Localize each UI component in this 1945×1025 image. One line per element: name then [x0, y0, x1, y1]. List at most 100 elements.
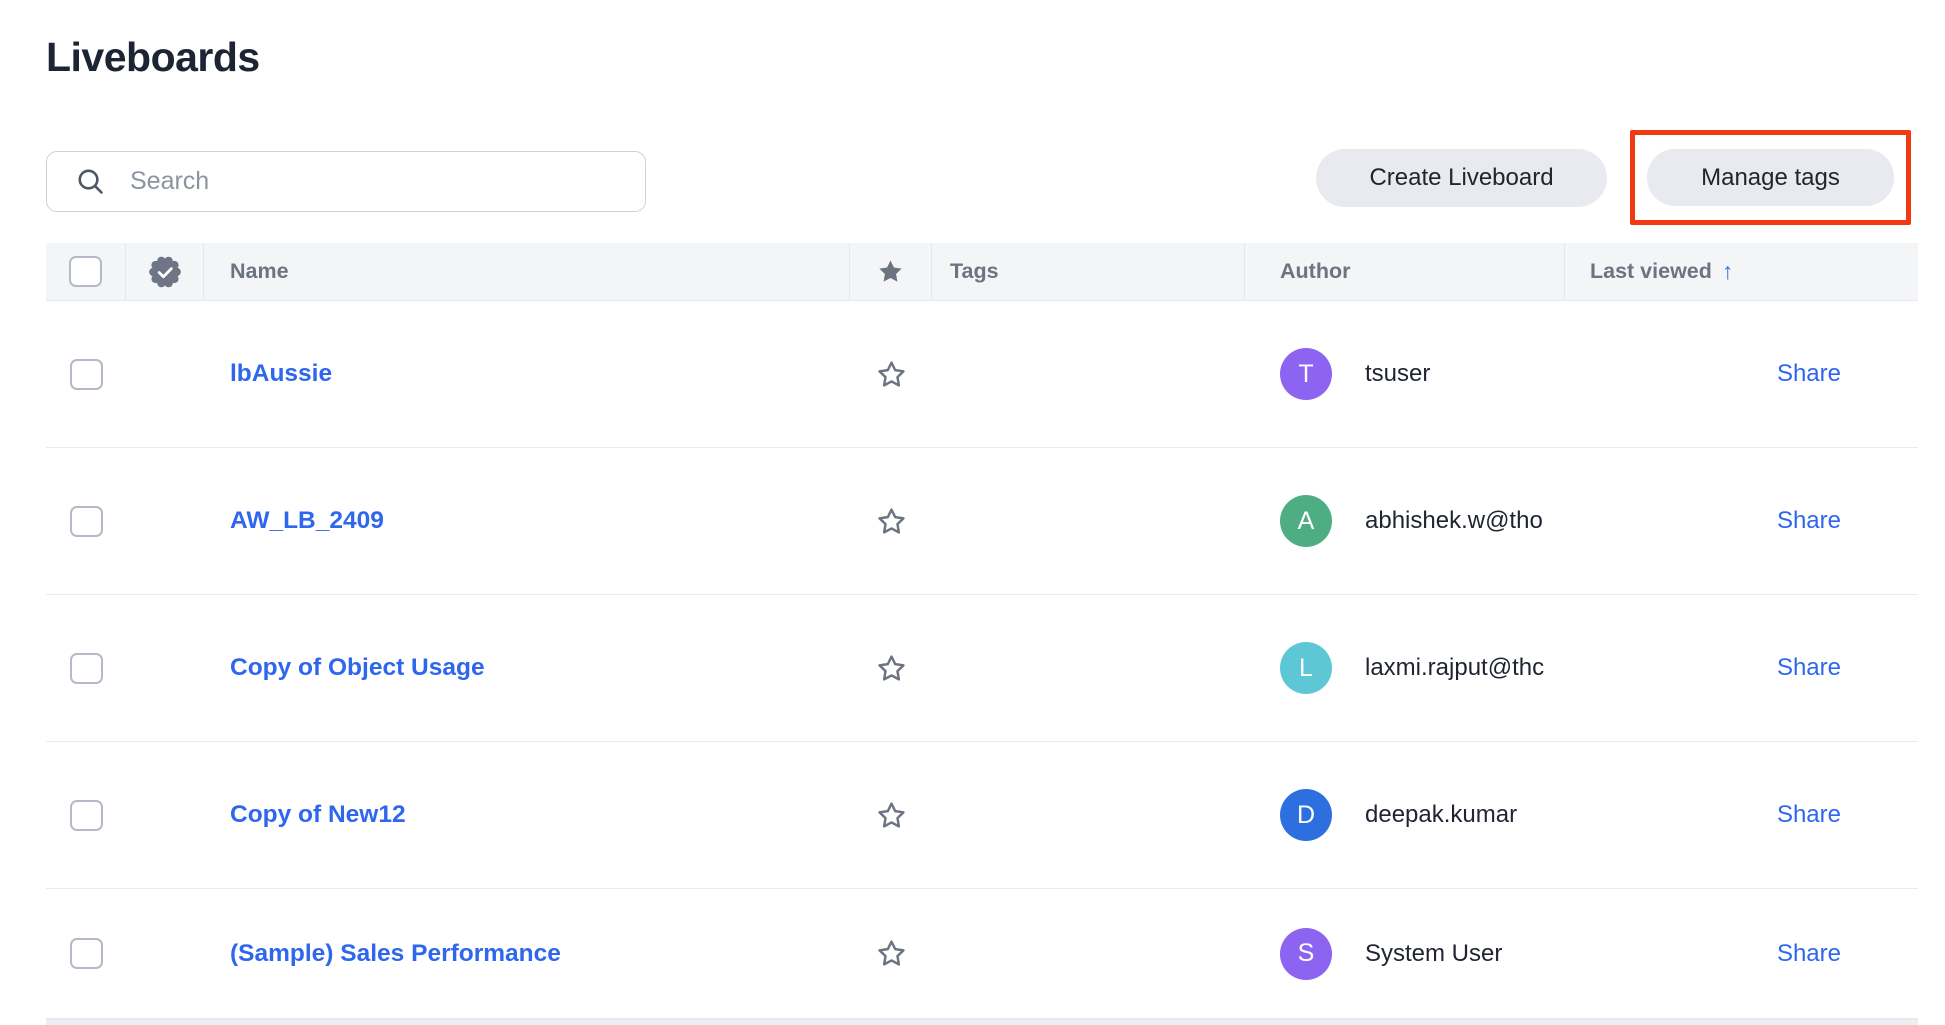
row-name-cell: lbAussie [204, 301, 850, 447]
liveboard-name-link[interactable]: AW_LB_2409 [230, 507, 384, 535]
favorite-toggle[interactable] [876, 359, 907, 390]
row-tags-cell [932, 595, 1245, 741]
avatar: T [1280, 348, 1332, 400]
share-link[interactable]: Share [1777, 801, 1841, 829]
name-header-label: Name [230, 259, 289, 284]
author-name: deepak.kumar [1365, 801, 1517, 829]
table-row: (Sample) Sales Performance S System User… [46, 889, 1918, 1019]
favorite-toggle[interactable] [876, 800, 907, 831]
select-all-header [46, 243, 126, 300]
author-column-header[interactable]: Author [1245, 243, 1565, 300]
row-favorite-cell [850, 742, 932, 888]
row-last-viewed-cell: Share [1565, 301, 1918, 447]
search-input[interactable] [128, 166, 612, 197]
verified-badge-icon [146, 253, 184, 291]
star-outline-icon [876, 359, 907, 390]
favorite-toggle[interactable] [876, 938, 907, 969]
row-name-cell: Copy of Object Usage [204, 595, 850, 741]
row-last-viewed-cell: Share [1565, 742, 1918, 888]
row-checkbox[interactable] [70, 938, 103, 969]
sort-ascending-icon: ↑ [1722, 258, 1734, 285]
row-last-viewed-cell: Share [1565, 595, 1918, 741]
avatar: D [1280, 789, 1332, 841]
row-checkbox-cell [46, 742, 126, 888]
row-checkbox[interactable] [70, 800, 103, 831]
row-author-cell: T tsuser [1245, 301, 1565, 447]
row-name-cell: (Sample) Sales Performance [204, 889, 850, 1018]
row-verified-cell [126, 448, 204, 594]
star-filled-icon [877, 258, 904, 285]
row-favorite-cell [850, 301, 932, 447]
page-title: Liveboards [46, 34, 260, 81]
table-row: lbAussie T tsuser Share [46, 301, 1918, 448]
manage-tags-button[interactable]: Manage tags [1647, 149, 1894, 206]
row-favorite-cell [850, 448, 932, 594]
row-checkbox[interactable] [70, 506, 103, 537]
tags-column-header[interactable]: Tags [932, 243, 1245, 300]
row-verified-cell [126, 301, 204, 447]
row-checkbox[interactable] [70, 653, 103, 684]
row-last-viewed-cell: Share [1565, 448, 1918, 594]
share-link[interactable]: Share [1777, 360, 1841, 388]
favorite-toggle[interactable] [876, 506, 907, 537]
row-verified-cell [126, 595, 204, 741]
row-tags-cell [932, 448, 1245, 594]
table-row: Copy of New12 D deepak.kumar Share [46, 742, 1918, 889]
liveboard-name-link[interactable]: (Sample) Sales Performance [230, 940, 561, 968]
share-link[interactable]: Share [1777, 654, 1841, 682]
star-outline-icon [876, 800, 907, 831]
row-author-cell: L laxmi.rajput@thc [1245, 595, 1565, 741]
row-verified-cell [126, 742, 204, 888]
liveboard-name-link[interactable]: lbAussie [230, 360, 332, 388]
row-checkbox[interactable] [70, 359, 103, 390]
search-icon [75, 166, 106, 197]
row-checkbox-cell [46, 889, 126, 1018]
liveboards-page: Liveboards Create Liveboard Manage tags [0, 0, 1945, 1025]
liveboards-table: Name Tags Author Last viewed ↑ l [46, 243, 1918, 1025]
star-outline-icon [876, 938, 907, 969]
search-box[interactable] [46, 151, 646, 212]
select-all-checkbox[interactable] [69, 256, 102, 287]
star-outline-icon [876, 653, 907, 684]
tags-header-label: Tags [950, 259, 999, 284]
row-last-viewed-cell: Share [1565, 889, 1918, 1018]
row-author-cell: S System User [1245, 889, 1565, 1018]
row-favorite-cell [850, 595, 932, 741]
star-outline-icon [876, 506, 907, 537]
avatar: S [1280, 928, 1332, 980]
row-checkbox-cell [46, 301, 126, 447]
last-viewed-column-header[interactable]: Last viewed ↑ [1565, 243, 1918, 300]
row-name-cell: AW_LB_2409 [204, 448, 850, 594]
table-footer-strip [46, 1019, 1918, 1025]
table-header-row: Name Tags Author Last viewed ↑ [46, 243, 1918, 301]
row-checkbox-cell [46, 448, 126, 594]
name-column-header[interactable]: Name [204, 243, 850, 300]
share-link[interactable]: Share [1777, 507, 1841, 535]
row-author-cell: D deepak.kumar [1245, 742, 1565, 888]
verified-column-header [126, 243, 204, 300]
row-tags-cell [932, 742, 1245, 888]
author-name: laxmi.rajput@thc [1365, 654, 1544, 682]
share-link[interactable]: Share [1777, 940, 1841, 968]
row-tags-cell [932, 889, 1245, 1018]
favorite-toggle[interactable] [876, 653, 907, 684]
author-name: abhishek.w@tho [1365, 507, 1543, 535]
favorite-column-header [850, 243, 932, 300]
row-name-cell: Copy of New12 [204, 742, 850, 888]
row-verified-cell [126, 889, 204, 1018]
row-checkbox-cell [46, 595, 126, 741]
liveboard-name-link[interactable]: Copy of New12 [230, 801, 406, 829]
row-tags-cell [932, 301, 1245, 447]
author-name: System User [1365, 940, 1502, 968]
table-row: AW_LB_2409 A abhishek.w@tho Share [46, 448, 1918, 595]
author-name: tsuser [1365, 360, 1430, 388]
row-favorite-cell [850, 889, 932, 1018]
author-header-label: Author [1280, 259, 1350, 284]
last-viewed-header-label: Last viewed [1590, 259, 1712, 284]
liveboard-name-link[interactable]: Copy of Object Usage [230, 654, 485, 682]
avatar: A [1280, 495, 1332, 547]
table-body: lbAussie T tsuser Share AW_LB_2409 [46, 301, 1918, 1019]
highlight-annotation-box: Manage tags [1630, 130, 1911, 225]
table-row: Copy of Object Usage L laxmi.rajput@thc … [46, 595, 1918, 742]
create-liveboard-button[interactable]: Create Liveboard [1316, 149, 1607, 207]
